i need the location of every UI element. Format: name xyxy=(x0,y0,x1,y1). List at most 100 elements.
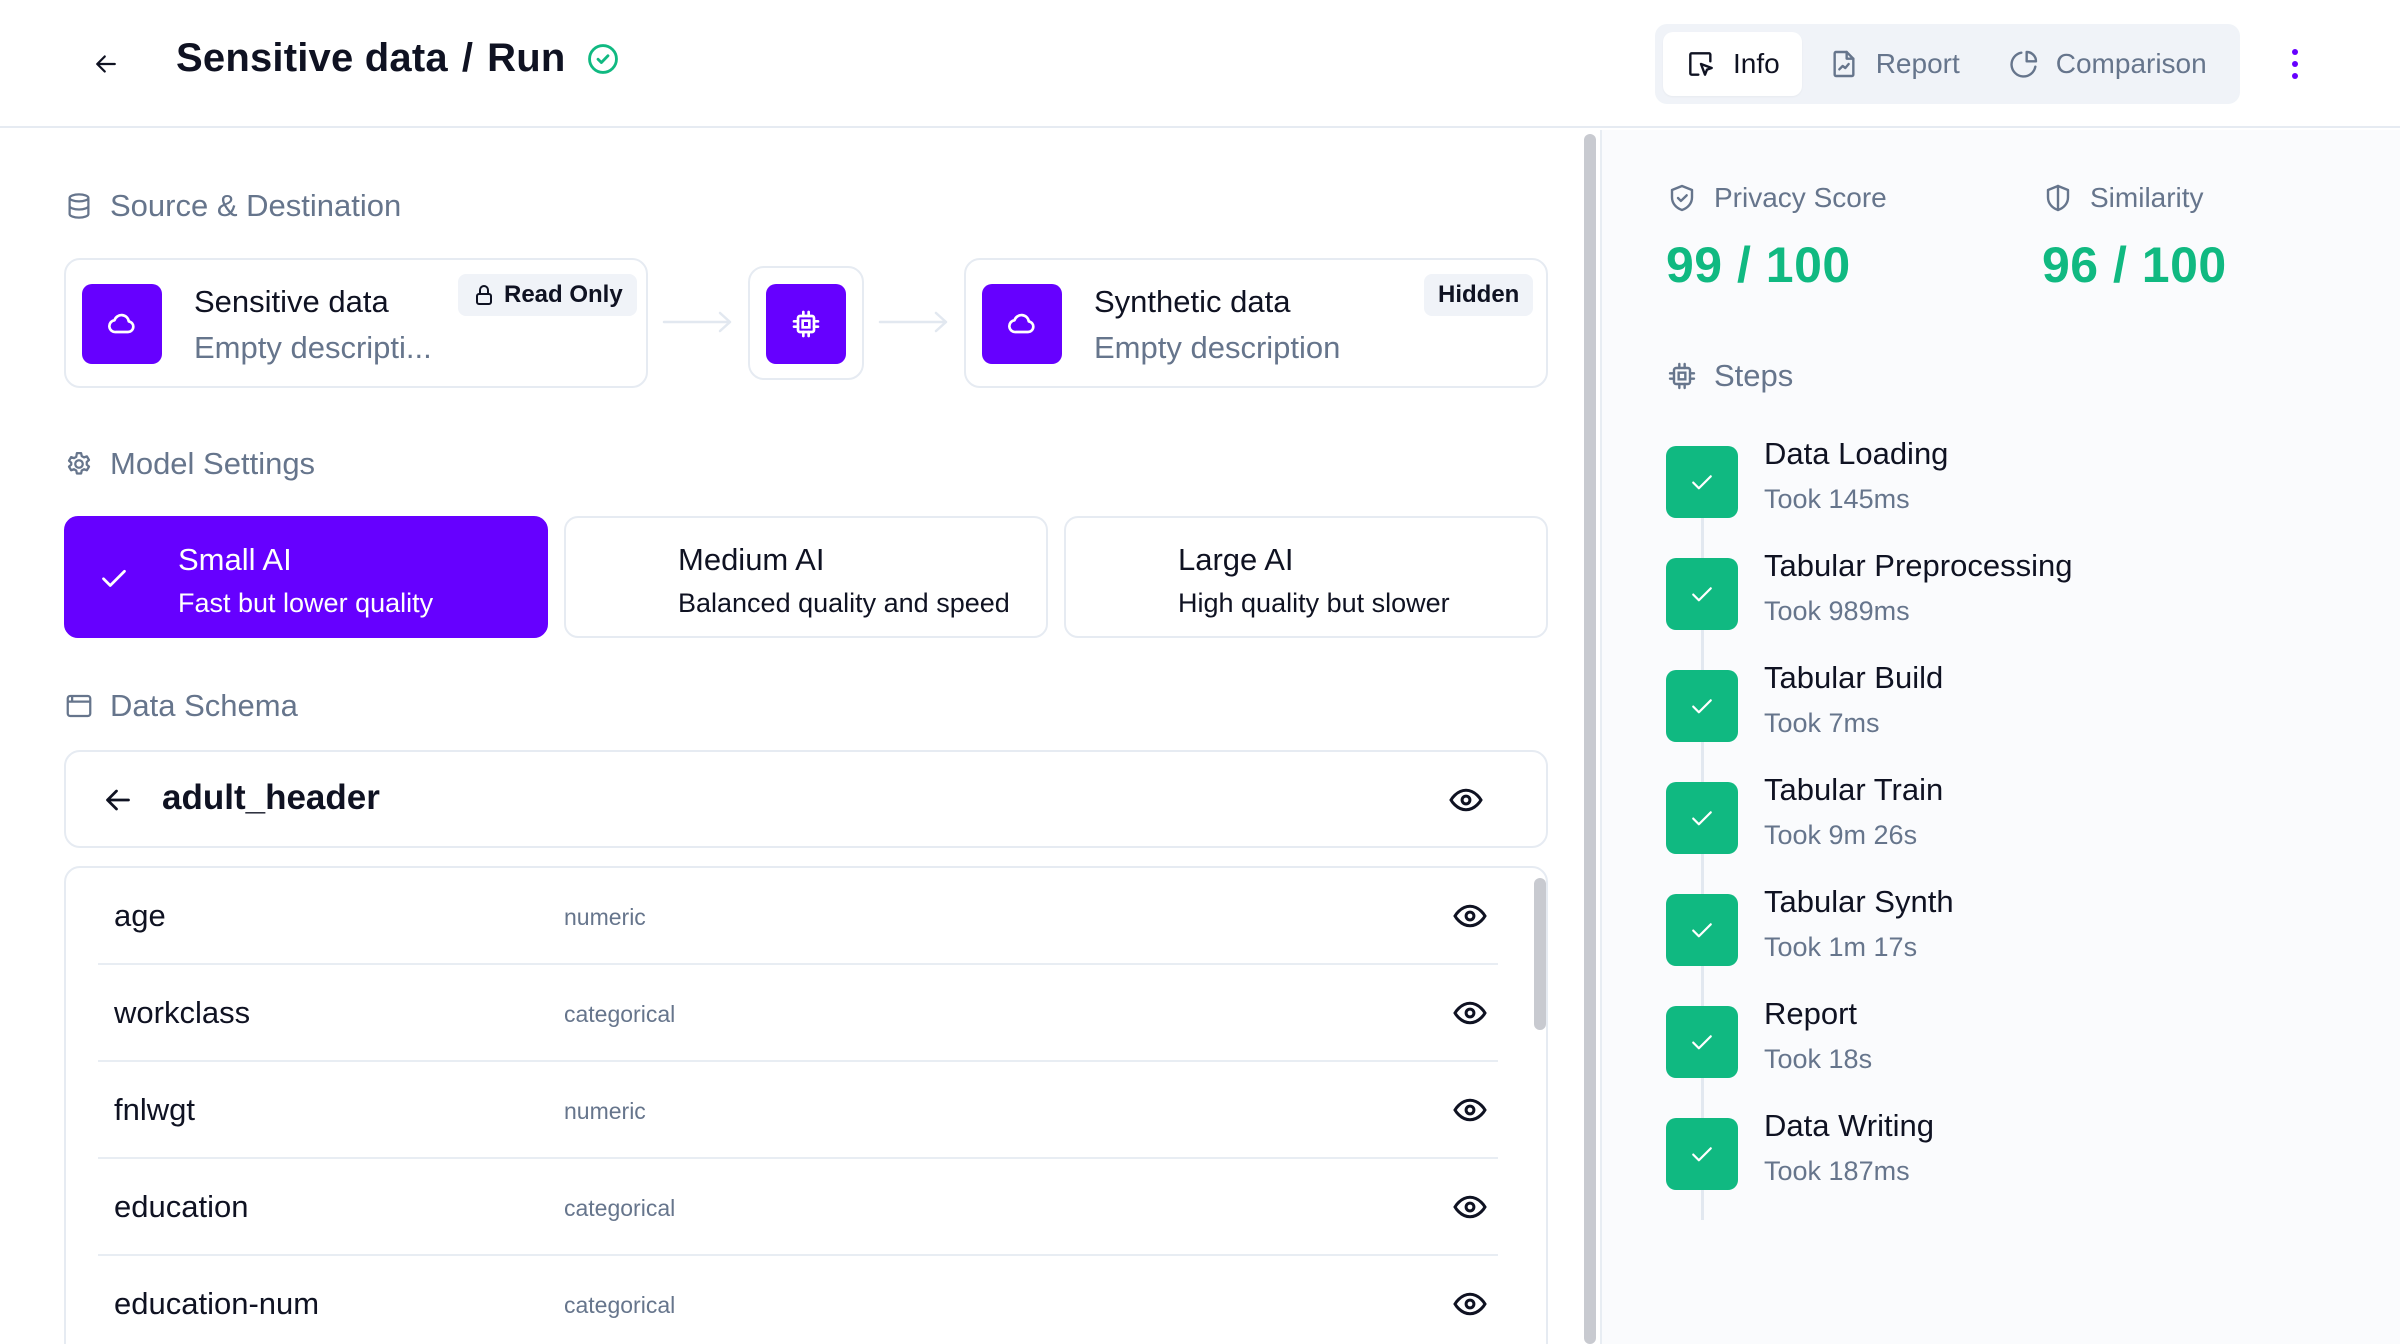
step-status-complete xyxy=(1666,894,1738,966)
privacy-score-metric: Privacy Score 99 / 100 xyxy=(1666,182,1887,294)
eye-icon[interactable] xyxy=(1448,782,1484,818)
destination-card[interactable]: Synthetic data Empty description Hidden xyxy=(964,258,1548,388)
step-name: Data Writing xyxy=(1764,1108,1934,1143)
similarity-label: Similarity xyxy=(2090,182,2204,213)
eye-icon[interactable] xyxy=(1452,1286,1488,1322)
schema-row[interactable]: education categorical xyxy=(98,1159,1498,1256)
section-data-schema: Data Schema xyxy=(64,688,298,724)
pie-chart-icon xyxy=(2010,50,2037,78)
check-icon xyxy=(102,569,126,587)
model-option-description: Fast but lower quality xyxy=(178,588,434,618)
step-duration: Took 9m 26s xyxy=(1764,820,1918,850)
model-option-medium[interactable]: Medium AI Balanced quality and speed xyxy=(564,516,1048,638)
metric-label: Privacy Score xyxy=(1666,182,1887,214)
back-button[interactable] xyxy=(86,44,126,84)
step-item: Data Loading Took 145ms xyxy=(1666,436,2266,526)
column-name: education-num xyxy=(114,1286,320,1321)
title-separator: / xyxy=(461,36,474,80)
model-option-small[interactable]: Small AI Fast but lower quality xyxy=(64,516,548,638)
eye-icon[interactable] xyxy=(1452,1092,1488,1128)
check-icon xyxy=(1692,923,1712,938)
database-icon xyxy=(68,193,90,219)
column-name: education xyxy=(114,1189,249,1224)
arrow-right-icon xyxy=(662,311,732,333)
list-scrollbar[interactable] xyxy=(1534,878,1546,1030)
more-options-button[interactable] xyxy=(2280,44,2310,84)
step-name: Tabular Preprocessing xyxy=(1764,548,2073,583)
tab-info[interactable]: Info xyxy=(1663,32,1802,96)
check-circle-icon xyxy=(587,43,618,74)
step-status-complete xyxy=(1666,558,1738,630)
main-content: Source & Destination Sensitive data Empt… xyxy=(0,130,1600,1344)
check-icon xyxy=(1692,587,1712,602)
schema-row[interactable]: education-num categorical xyxy=(98,1256,1498,1344)
view-tabs: Info Report Comparison xyxy=(1655,24,2240,104)
step-status-complete xyxy=(1666,670,1738,742)
hidden-label: Hidden xyxy=(1438,281,1520,308)
column-type: numeric xyxy=(564,1098,646,1124)
schema-row[interactable]: fnlwgt numeric xyxy=(98,1062,1498,1159)
section-title-text: Source & Destination xyxy=(110,188,402,223)
cloud-icon xyxy=(1008,313,1035,334)
step-item: Tabular Train Took 9m 26s xyxy=(1666,772,2266,862)
destination-name: Synthetic data xyxy=(1094,284,1291,319)
step-status-complete xyxy=(1666,782,1738,854)
schema-row[interactable]: workclass categorical xyxy=(98,965,1498,1062)
step-item: Tabular Synth Took 1m 17s xyxy=(1666,884,2266,974)
step-duration: Took 18s xyxy=(1764,1044,1873,1074)
shield-half-icon xyxy=(2046,184,2070,212)
step-name: Tabular Build xyxy=(1764,660,1944,695)
step-duration: Took 989ms xyxy=(1764,596,1910,626)
step-name: Data Loading xyxy=(1764,436,1949,471)
arrow-left-icon[interactable] xyxy=(100,782,136,818)
check-icon xyxy=(1692,699,1712,714)
cpu-chip-icon xyxy=(792,310,820,338)
source-name: Sensitive data xyxy=(194,284,389,319)
source-card[interactable]: Sensitive data Empty descripti... Read O… xyxy=(64,258,648,388)
model-option-name: Large AI xyxy=(1178,542,1294,577)
more-dot xyxy=(2292,73,2298,79)
main-scrollbar[interactable] xyxy=(1584,134,1596,1344)
eye-icon[interactable] xyxy=(1452,898,1488,934)
arrow-right-icon xyxy=(878,311,948,333)
more-vertical-icon xyxy=(2292,49,2298,55)
column-name: fnlwgt xyxy=(114,1092,195,1127)
source-icon-tile xyxy=(82,284,162,364)
model-option-large[interactable]: Large AI High quality but slower xyxy=(1064,516,1548,638)
step-status-complete xyxy=(1666,1118,1738,1190)
tab-comparison-label: Comparison xyxy=(2055,48,2207,79)
model-option-name: Medium AI xyxy=(678,542,825,577)
page-title: Sensitive data / Run xyxy=(176,36,620,81)
schema-column-list: age numeric workclass categorical fnlwgt nume… xyxy=(64,866,1548,1344)
run-summary-panel: Privacy Score 99 / 100 Similarity 96 / 1… xyxy=(1602,130,2400,1344)
step-item: Data Writing Took 187ms xyxy=(1666,1108,2266,1198)
model-option-description: Balanced quality and speed xyxy=(678,588,1010,618)
eye-icon[interactable] xyxy=(1452,995,1488,1031)
step-duration: Took 145ms xyxy=(1764,484,1910,514)
steps-heading: Steps xyxy=(1666,358,1793,394)
arrow-left-icon xyxy=(96,55,116,73)
eye-icon[interactable] xyxy=(1452,1189,1488,1225)
tab-report[interactable]: Report xyxy=(1806,32,1982,96)
model-icon-tile xyxy=(766,284,846,364)
tab-report-label: Report xyxy=(1875,48,1960,79)
section-title-text: Model Settings xyxy=(110,446,316,481)
tab-comparison[interactable]: Comparison xyxy=(1986,32,2229,96)
column-type: categorical xyxy=(564,1195,676,1221)
read-only-badge: Read Only xyxy=(458,274,637,316)
model-step-card[interactable] xyxy=(748,266,864,380)
destination-icon-tile xyxy=(982,284,1062,364)
tab-info-label: Info xyxy=(1733,48,1780,79)
title-dataset: Sensitive data xyxy=(176,36,448,80)
check-icon xyxy=(1692,1035,1712,1050)
model-option-name: Small AI xyxy=(178,542,292,577)
column-type: categorical xyxy=(564,1001,676,1027)
cloud-icon xyxy=(108,313,135,334)
schema-row[interactable]: age numeric xyxy=(98,868,1498,965)
step-name: Report xyxy=(1764,996,1858,1031)
step-item: Report Took 18s xyxy=(1666,996,2266,1086)
check-icon xyxy=(1692,1147,1712,1162)
section-title-text: Data Schema xyxy=(110,688,298,723)
step-duration: Took 187ms xyxy=(1764,1156,1910,1186)
schema-table-header: adult_header xyxy=(64,750,1548,848)
